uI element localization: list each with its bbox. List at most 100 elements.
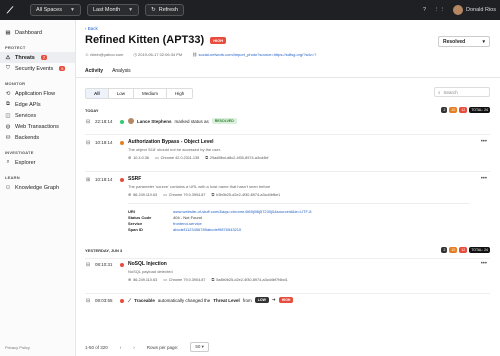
severity-badge: HIGH	[210, 36, 227, 44]
event-row[interactable]: ⊟ 08:03:55 ⟋ Traceable automatically cha…	[85, 297, 490, 309]
top-bar: ⟋ All Spaces ▼ Last Month ▼ ↻ Refresh ? ⋮⋮ …	[0, 0, 500, 20]
expand-icon[interactable]: ⊟	[86, 140, 90, 146]
traceable-icon: ⟋	[128, 297, 132, 303]
back-link[interactable]: ‹ Back	[85, 26, 98, 31]
filter-low[interactable]: Low	[109, 89, 135, 98]
id-value: 29ad5fbd-d8c2-4f30-8974-a3cd4bf	[209, 155, 269, 160]
sidebar-item-web-transactions[interactable]: ◍ Web Transactions	[0, 121, 75, 132]
space-select-label: All Spaces	[36, 7, 62, 13]
event-text: marked status as	[174, 118, 209, 124]
more-icon[interactable]: •••	[481, 139, 487, 145]
space-select[interactable]: All Spaces ▼	[30, 4, 81, 16]
chevron-down-icon: ▼	[70, 7, 75, 13]
sidebar-item-label: Dashboard	[15, 29, 42, 36]
search-placeholder: Search	[443, 89, 458, 95]
divider	[85, 171, 490, 172]
sidebar-item-knowledge-graph[interactable]: ⚇ Knowledge Graph	[0, 182, 75, 193]
range-select[interactable]: Last Month ▼	[86, 4, 140, 16]
day-heading-today: TODAY	[85, 108, 99, 113]
sidebar-item-threats[interactable]: ⚠ Threats 7	[0, 52, 75, 63]
sidebar-item-backends[interactable]: ⛁ Backends	[0, 132, 75, 143]
ip-chip: ⊕ 86.249.110.63	[128, 277, 158, 283]
browser-value: Chrome 79.0.3904.87	[168, 192, 206, 197]
severity-dot	[120, 178, 124, 182]
collapse-icon[interactable]: ⊞	[86, 177, 90, 183]
day-heading-yesterday: YESTERDAY, JUN 3	[85, 248, 123, 253]
more-icon[interactable]: •••	[481, 261, 487, 267]
filter-high[interactable]: High	[167, 89, 192, 98]
id-chip: ⧉ b3b0b25-d2e2-4f30-8974-a3cd4bfbe1	[211, 192, 281, 197]
event-row[interactable]: ⊟ 10:18:14 Authorization Bypass - Object…	[85, 139, 490, 169]
low-count: 2	[441, 107, 448, 113]
sidebar-item-services[interactable]: ◫ Services	[0, 110, 75, 121]
event-row[interactable]: ⊟ 22:18:14 Lance Stephens marked status …	[85, 118, 490, 132]
filter-all[interactable]: All	[86, 89, 109, 98]
ip-value: 86.249.110.63	[133, 277, 158, 282]
detail-key: Status Code	[128, 215, 152, 220]
rows-per-page-select[interactable]: 50 ▾	[190, 342, 209, 352]
rows-per-page-value: 50	[195, 344, 201, 349]
database-icon: ⛁	[5, 134, 11, 141]
event-time: 08:10:31	[95, 262, 113, 267]
more-icon[interactable]: •••	[481, 176, 487, 182]
browser-chip: ▭ Chrome 79.0.3904.87	[163, 192, 206, 198]
id-value: b3b0b25-d2e2-4f30-8974-a3cd4bfbe1	[216, 192, 281, 197]
sidebar-item-edge-apis[interactable]: ⧉ Edge APIs	[0, 99, 75, 110]
avatar	[128, 118, 134, 124]
prev-page-icon[interactable]: ‹	[120, 345, 122, 350]
grid-icon[interactable]: ⋮⋮	[434, 7, 445, 13]
arrow-right-icon: ➔	[271, 297, 276, 302]
status-select[interactable]: Resolved ▾	[438, 36, 490, 47]
event-row[interactable]: ⊟ 08:10:31 NoSQL Injection NoSQL payload…	[85, 261, 490, 291]
id-value: 5a8b0b25-d2e2-4f30-8974-a3cd4bf7f4bd1	[216, 277, 288, 282]
filter-medium[interactable]: Medium	[134, 89, 168, 98]
threat-url-link[interactable]: social-network.com/import_photo?source=h…	[198, 52, 316, 57]
sidebar-item-dashboard[interactable]: ▦ Dashboard	[0, 27, 75, 38]
uri-link[interactable]: www.website-of-stuff.com/&aqs=chrome.6l6…	[173, 209, 470, 214]
user-name: Donald Rios	[466, 7, 496, 13]
threat-meta: ☺ rklein@yahoo.com ◷ 2019-06-17 02:06:34…	[85, 52, 316, 57]
sidebar-item-label: Services	[15, 112, 37, 119]
privacy-policy-link[interactable]: Privacy Policy	[5, 345, 30, 350]
event-field: Threat Level	[213, 297, 240, 303]
event-title: NoSQL Injection	[128, 261, 167, 267]
service-link[interactable]: frontend-service	[173, 221, 470, 226]
refresh-icon: ↻	[151, 7, 156, 13]
divider	[85, 293, 490, 294]
expand-icon[interactable]: ⊟	[86, 119, 90, 125]
ip-value: 86.249.110.63	[133, 192, 158, 197]
sidebar-item-application-flow[interactable]: ⟲ Application Flow	[0, 88, 75, 99]
next-page-icon[interactable]: ›	[133, 345, 135, 350]
user-menu[interactable]: Donald Rios	[453, 5, 496, 15]
date-meta: ◷ 2019-06-17 02:06:34 PM	[133, 52, 183, 57]
id-chip: ⧉ 29ad5fbd-d8c2-4f30-8974-a3cd4bf	[205, 155, 269, 160]
sidebar-item-security-events[interactable]: ⛉ Security Events 6	[0, 63, 75, 74]
search-input[interactable]: ⌕ Search	[434, 87, 490, 97]
sidebar-item-label: Application Flow	[15, 90, 56, 97]
event-description: NoSQL payload detected	[128, 269, 173, 274]
ip-chip: ⊕ 10.4.0.36	[128, 155, 150, 161]
logo-icon[interactable]: ⟋	[4, 4, 16, 16]
detail-key: Span ID	[128, 227, 143, 232]
page-title: Refined Kitten (APT33) HIGH	[85, 34, 227, 46]
total-count: TOTAL: 24	[469, 107, 490, 113]
shield-icon: ⛉	[5, 65, 11, 71]
api-icon: ⧉	[6, 101, 10, 107]
services-icon: ◫	[5, 112, 11, 119]
sidebar-section-learn: LEARN	[5, 175, 20, 180]
event-row[interactable]: ⊞ 10:18:14 SSRF The parameter 'source' c…	[85, 176, 490, 256]
span-id-link[interactable]: abcdef1123456789abcdef9876543210	[173, 227, 470, 232]
expand-icon[interactable]: ⊟	[86, 262, 90, 268]
chevron-down-icon: ▼	[128, 7, 134, 13]
event-actor: Traceable	[134, 297, 155, 303]
sidebar-item-explorer[interactable]: ⌕ Explorer	[0, 157, 75, 168]
expand-icon[interactable]: ⊟	[86, 298, 90, 304]
refresh-button[interactable]: ↻ Refresh	[145, 4, 184, 16]
sidebar: ▦ Dashboard PROTECT ⚠ Threats 7 ⛉ Security E…	[0, 20, 76, 356]
dashboard-icon: ▦	[5, 29, 11, 36]
medium-count: 10	[449, 107, 458, 113]
help-icon[interactable]: ?	[423, 7, 426, 13]
page-range: 1-50 of 320	[85, 344, 108, 350]
back-label: Back	[87, 26, 98, 31]
globe-icon: ◍	[5, 123, 11, 130]
